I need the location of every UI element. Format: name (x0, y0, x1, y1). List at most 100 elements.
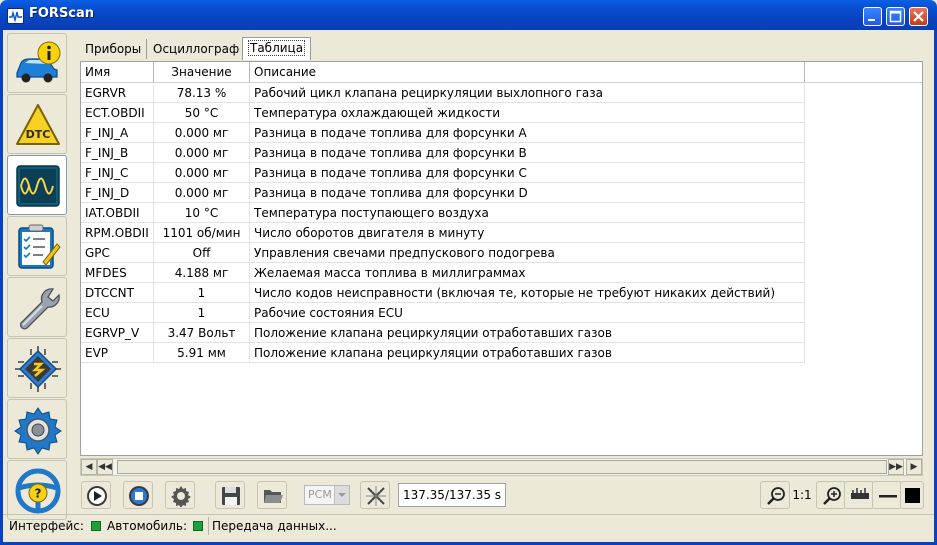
zoom-out-icon (767, 487, 785, 505)
minimize-button[interactable] (863, 7, 882, 26)
cell-value: 1 (154, 303, 250, 323)
tab-gauges[interactable]: Приборы (80, 39, 148, 59)
scroll-end-icon[interactable]: ▶▶ (888, 459, 904, 475)
sidebar-item-oscilloscope[interactable] (7, 155, 67, 215)
module-select-value: PCM (308, 488, 332, 501)
maximize-button[interactable] (886, 7, 905, 26)
zoom-reset-button[interactable]: 1:1 (788, 481, 816, 509)
status-vehicle-label: Автомобиль: (107, 519, 187, 533)
table-row[interactable]: ECU 1 Рабочие состояния ECU (81, 303, 805, 323)
zoom-in-icon (823, 487, 841, 505)
column-header-value[interactable]: Значение (154, 62, 250, 82)
cross-cursor-icon (366, 486, 386, 506)
title-bar[interactable]: FORScan (0, 0, 937, 30)
table-row[interactable]: F_INJ_A 0.000 мг Разница в подаче топлива … (81, 123, 805, 143)
cell-value: 10 °C (154, 203, 250, 223)
table-row[interactable]: DTCCNT 1 Число кодов неисправности (включа… (81, 283, 805, 303)
sidebar-item-tests[interactable] (7, 216, 67, 276)
zoom-out-button[interactable] (760, 481, 790, 509)
column-header-name[interactable]: Имя (81, 62, 154, 82)
car-info-icon (16, 41, 61, 83)
cell-value: 1101 об/мин (154, 223, 250, 243)
ruler-icon (851, 488, 869, 499)
horizontal-line-icon (879, 495, 897, 498)
bottom-toolbar: PCM 137.35/137.35 s 1:1 (80, 481, 924, 511)
checklist-icon (18, 224, 61, 269)
grid-toggle-button[interactable] (844, 481, 874, 509)
table-row[interactable]: F_INJ_D 0.000 мг Разница в подаче топлива … (81, 183, 805, 203)
cell-name: GPC (81, 243, 154, 263)
sidebar-item-dtc[interactable]: DTC (7, 94, 67, 154)
fill-mode-button[interactable] (900, 481, 924, 509)
horizontal-scrollbar[interactable]: ◀ ◀◀ ▶▶ ▶ (80, 458, 923, 476)
module-select[interactable]: PCM (304, 485, 350, 505)
table-row[interactable]: EGRVP_V 3.47 Вольт Положение клапана рецир… (81, 323, 805, 343)
chevron-down-icon[interactable] (334, 486, 349, 504)
config-button[interactable] (165, 481, 195, 509)
cell-value: 0.000 мг (154, 123, 250, 143)
cell-value: 0.000 мг (154, 183, 250, 203)
cell-name: F_INJ_C (81, 163, 154, 183)
zoom-in-button[interactable] (816, 481, 846, 509)
scroll-start-icon[interactable]: ◀◀ (97, 459, 113, 475)
sidebar-item-vehicle-info[interactable] (7, 33, 67, 93)
tab-oscilloscope[interactable]: Осциллограф (148, 39, 244, 59)
table-row[interactable]: EGRVR 78.13 % Рабочий цикл клапана рецирку… (81, 83, 805, 103)
cell-name: F_INJ_A (81, 123, 154, 143)
cell-description: Разница в подаче топлива для форсунки A (250, 123, 805, 143)
play-button[interactable] (81, 481, 111, 509)
status-bar: Интерфейс: Автомобиль: Передача данных..… (3, 514, 934, 537)
close-button[interactable] (909, 7, 928, 26)
line-mode-button[interactable] (872, 481, 902, 509)
black-square-icon (905, 488, 920, 503)
table-row[interactable]: MFDES 4.188 мг Желаемая масса топлива в ми… (81, 263, 805, 283)
cell-description: Положение клапана рециркуляции отработав… (250, 343, 805, 363)
scroll-thumb[interactable] (117, 460, 887, 474)
cell-value: 78.13 % (154, 83, 250, 103)
window-title: FORScan (29, 6, 95, 21)
cell-name: MFDES (81, 263, 154, 283)
table-row[interactable]: F_INJ_B 0.000 мг Разница в подаче топлива … (81, 143, 805, 163)
cell-name: EGRVR (81, 83, 154, 103)
cell-value: 1 (154, 283, 250, 303)
svg-text:?: ? (35, 487, 42, 501)
gear-icon (171, 486, 191, 507)
disconnect-button[interactable] (360, 481, 390, 509)
cell-description: Разница в подаче топлива для форсунки C (250, 163, 805, 183)
save-button[interactable] (215, 481, 245, 509)
sidebar-item-programming[interactable] (7, 338, 67, 398)
svg-text:DTC: DTC (26, 128, 51, 141)
stop-button[interactable] (123, 481, 153, 509)
cell-value: 0.000 мг (154, 143, 250, 163)
tab-table[interactable]: Таблица (242, 37, 312, 60)
sidebar-item-settings[interactable] (7, 399, 67, 459)
pid-table[interactable]: Имя Значение Описание EGRVR 78.13 % Рабочи… (80, 61, 923, 456)
status-interface-label: Интерфейс: (9, 519, 84, 533)
table-row[interactable]: EVP 5.91 мм Положение клапана рециркуляции… (81, 343, 805, 363)
scroll-right-icon[interactable]: ▶ (906, 459, 922, 475)
interface-status-led-icon (91, 521, 101, 531)
sidebar-item-service[interactable] (7, 277, 67, 337)
table-row[interactable]: ECT.OBDII 50 °C Температура охлаждающей жи… (81, 103, 805, 123)
table-row[interactable]: IAT.OBDII 10 °C Температура поступающего в… (81, 203, 805, 223)
table-row[interactable]: GPC Off Управления свечами предпускового п… (81, 243, 805, 263)
status-transfer-text: Передача данных... (212, 519, 337, 533)
settings-gear-icon (14, 407, 62, 455)
table-row[interactable]: F_INJ_C 0.000 мг Разница в подаче топлива … (81, 163, 805, 183)
cell-value: 0.000 мг (154, 163, 250, 183)
chip-icon (15, 346, 61, 392)
cell-name: EGRVP_V (81, 323, 154, 343)
cell-name: DTCCNT (81, 283, 154, 303)
open-button[interactable] (257, 481, 287, 509)
cell-name: ECU (81, 303, 154, 323)
cell-name: F_INJ_B (81, 143, 154, 163)
oscilloscope-icon (16, 165, 60, 207)
table-header: Имя Значение Описание (81, 62, 922, 83)
table-row[interactable]: RPM.OBDII 1101 об/мин Число оборотов двига… (81, 223, 805, 243)
play-icon (87, 486, 107, 506)
scroll-left-icon[interactable]: ◀ (81, 459, 97, 475)
cell-description: Рабочий цикл клапана рециркуляции выхлоп… (250, 83, 805, 103)
column-header-description[interactable]: Описание (250, 62, 805, 82)
cell-description: Температура поступающего воздуха (250, 203, 805, 223)
sidebar-item-help[interactable]: ? (7, 460, 67, 520)
